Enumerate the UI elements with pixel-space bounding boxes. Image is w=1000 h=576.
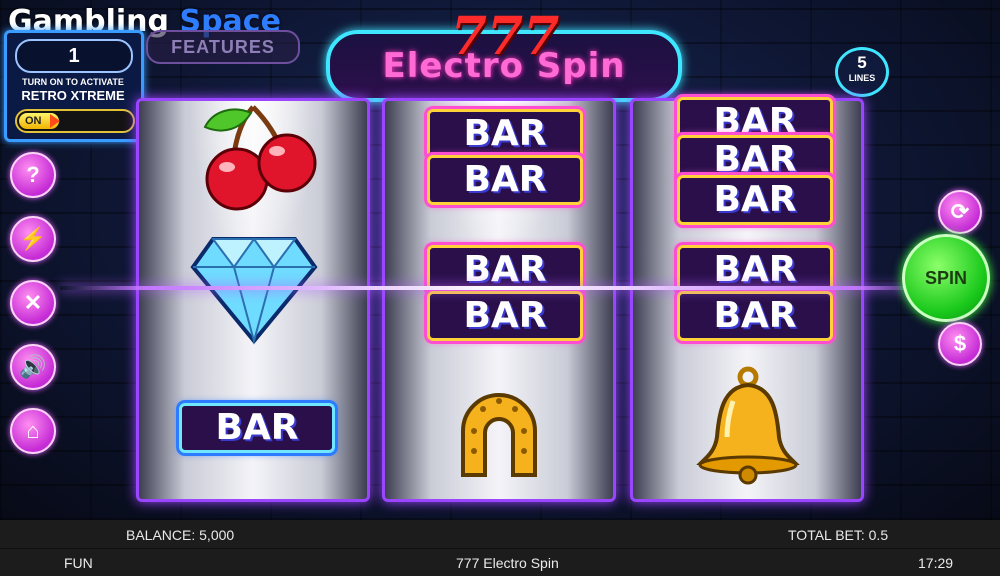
lightning-off-icon: ⚡ bbox=[19, 226, 47, 251]
autoplay-button[interactable]: ⟳ bbox=[938, 190, 982, 234]
retro-xtreme-instruction: TURN ON TO ACTIVATE bbox=[22, 77, 124, 87]
mode-label: FUN bbox=[64, 555, 93, 571]
retro-xtreme-description: TURN ON TO ACTIVATE RETRO XTREME bbox=[9, 77, 137, 103]
game-logo: 777 Electro Spin bbox=[326, 6, 682, 102]
sound-button[interactable]: 🔊 bbox=[10, 344, 56, 390]
balance-display: BALANCE: 5,000 bbox=[126, 527, 235, 543]
reel-1: BAR bbox=[136, 98, 370, 502]
clock: 17:29 bbox=[918, 555, 954, 571]
paylines-count: 5 bbox=[857, 53, 867, 72]
reel-3: BAR BAR BAR BAR BAR bbox=[630, 97, 864, 502]
bar-symbol: BAR bbox=[427, 291, 583, 341]
paylines-label: LINES bbox=[848, 73, 876, 83]
reel-2: BAR BAR BAR BAR bbox=[382, 98, 616, 502]
game-title: 777 Electro Spin bbox=[456, 555, 559, 571]
bar-symbol: BAR bbox=[179, 403, 335, 453]
paylines-badge: 5 LINES bbox=[835, 47, 889, 97]
bar-symbol: BAR bbox=[427, 109, 583, 159]
retro-xtreme-panel: 1 TURN ON TO ACTIVATE RETRO XTREME ON bbox=[4, 30, 144, 142]
settings-button[interactable]: ✕ bbox=[10, 280, 56, 326]
total-bet-display: TOTAL BET: 0.5 bbox=[788, 527, 889, 543]
question-icon: ? bbox=[26, 162, 40, 187]
status-bar: BALANCE: 5,000 TOTAL BET: 0.5 FUN 777 El… bbox=[0, 520, 1000, 576]
home-button[interactable]: ⌂ bbox=[10, 408, 56, 454]
bell-icon bbox=[696, 366, 800, 485]
retro-xtreme-counter: 1 bbox=[15, 39, 133, 73]
turbo-button[interactable]: ⚡ bbox=[10, 216, 56, 262]
bar-symbol: BAR bbox=[677, 175, 833, 225]
spin-button[interactable]: SPIN bbox=[902, 234, 990, 322]
bar-symbol: BAR bbox=[677, 291, 833, 341]
cherries-icon bbox=[203, 105, 317, 211]
bar-symbol: BAR bbox=[427, 155, 583, 205]
payline-indicator bbox=[60, 286, 940, 290]
retro-xtreme-toggle[interactable]: ON bbox=[15, 109, 135, 133]
logo-title: Electro Spin bbox=[382, 46, 626, 86]
tools-icon: ✕ bbox=[23, 290, 43, 315]
home-icon: ⌂ bbox=[26, 418, 40, 443]
divider bbox=[0, 548, 1000, 549]
retro-xtreme-title: RETRO XTREME bbox=[21, 88, 125, 103]
coin-icon: $ bbox=[953, 331, 967, 356]
speaker-icon: 🔊 bbox=[19, 354, 47, 379]
help-button[interactable]: ? bbox=[10, 152, 56, 198]
refresh-icon: ⟳ bbox=[950, 199, 970, 224]
horseshoe-icon bbox=[461, 393, 537, 477]
arrow-right-icon bbox=[50, 114, 60, 128]
diamond-icon bbox=[190, 237, 318, 345]
bet-button[interactable]: $ bbox=[938, 322, 982, 366]
features-button[interactable]: FEATURES bbox=[146, 30, 300, 64]
